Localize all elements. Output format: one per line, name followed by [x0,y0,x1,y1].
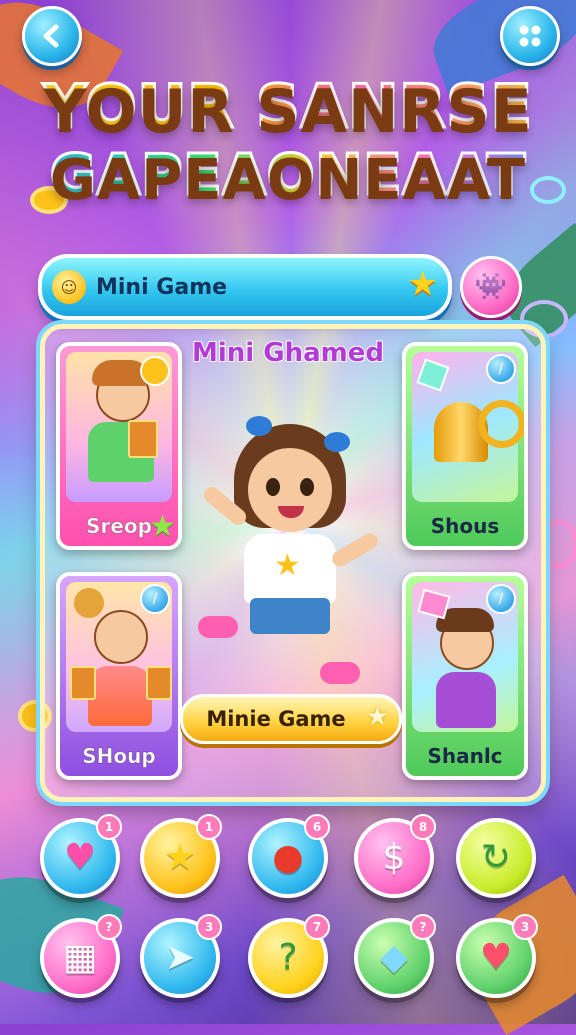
question-icon: ? [278,937,298,978]
swirl-icon: ↻ [480,837,512,878]
boy-shirt [436,672,496,728]
count-badge: 7 [304,914,330,940]
edit-badge-icon: / [140,584,170,614]
star-icon: ★ [407,264,438,304]
edit-badge-icon: / [486,584,516,614]
chevron-left-icon [43,24,59,48]
count-badge: 3 [196,914,222,940]
crystal-button[interactable]: ◆? [354,914,436,998]
heart-icon: ♥ [63,837,97,878]
calendar-button[interactable]: ▦? [40,914,122,998]
crystal-icon: ◆ [380,937,408,978]
gem-image [417,588,451,620]
dollar-button[interactable]: $8 [354,814,436,898]
minie-game-button[interactable]: Minie Game ★ [180,694,402,744]
menu-button[interactable] [500,6,560,66]
star-face-button[interactable]: ★ 1 [140,814,222,898]
hero-shoe [320,662,360,684]
star-face-icon: ★ [163,837,197,878]
girl-dress [88,666,152,726]
trading-card-image [146,666,172,700]
hero-eye [266,478,280,496]
smiley-coin-icon: ☺ [52,270,86,304]
tomato-icon: ● [272,837,304,878]
girl-hair-bun [74,588,104,618]
card-shous[interactable]: / Shous [402,342,528,550]
ghost-button[interactable]: 👾 [460,256,522,318]
star-icon: ★ [274,548,301,583]
apple-icon: ♥ [479,937,513,978]
hero-face [248,448,332,532]
star-icon: ★ [365,702,389,732]
count-badge: ? [96,914,122,940]
hero-shorts [250,598,330,634]
calendar-icon: ▦ [62,937,97,978]
trading-card-image [70,666,96,700]
count-badge: 3 [512,914,538,940]
coin-badge-icon [140,356,170,386]
count-badge: ? [410,914,436,940]
paper-plane-icon: ➤ [164,937,196,978]
girl-character-image [94,610,148,664]
back-button[interactable] [22,6,82,66]
card-sreop[interactable]: Sreop ★ [56,342,182,550]
bell-horn-image [478,400,524,448]
hero-arm [329,530,381,570]
paper-plane-button[interactable]: ➤ 3 [140,914,222,998]
count-badge: 1 [96,814,122,840]
card-label: Shous [430,514,500,538]
game-title-line-2: GAPEAONEAAT [0,142,576,210]
card-shoup[interactable]: / SHoup [56,572,182,780]
dollar-icon: $ [382,837,406,878]
banner-label: Mini Game [96,274,228,300]
ghost-icon: 👾 [474,272,508,302]
mini-game-banner[interactable]: ☺ Mini Game ★ [38,254,452,320]
green-star-icon: ★ [149,509,176,544]
count-badge: 6 [304,814,330,840]
gem-image [416,358,450,392]
edit-badge-icon: / [486,354,516,384]
hero-shoe [198,616,238,638]
apple-button[interactable]: ♥ 3 [456,914,538,998]
girl-hero-character: ★ [190,410,390,690]
game-title-line-1: YOUR SANRSE [0,71,576,144]
count-badge: 1 [196,814,222,840]
count-badge: 8 [410,814,436,840]
card-label: SHoup [82,744,156,769]
hero-bow-icon [324,432,350,452]
tomato-button[interactable]: ● 6 [248,814,330,898]
card-label: Shanlc [427,744,503,768]
minie-game-label: Minie Game [206,707,346,731]
hero-eye [300,478,314,496]
grid-dots-icon [519,25,541,47]
hero-bow-icon [246,416,272,436]
question-button[interactable]: ? 7 [248,914,330,998]
swirl-button[interactable]: ↻ [456,818,536,898]
heart-button[interactable]: ♥ 1 [40,814,122,898]
card-shanlc[interactable]: / Shanlc [402,572,528,780]
trading-card-image [128,420,158,458]
